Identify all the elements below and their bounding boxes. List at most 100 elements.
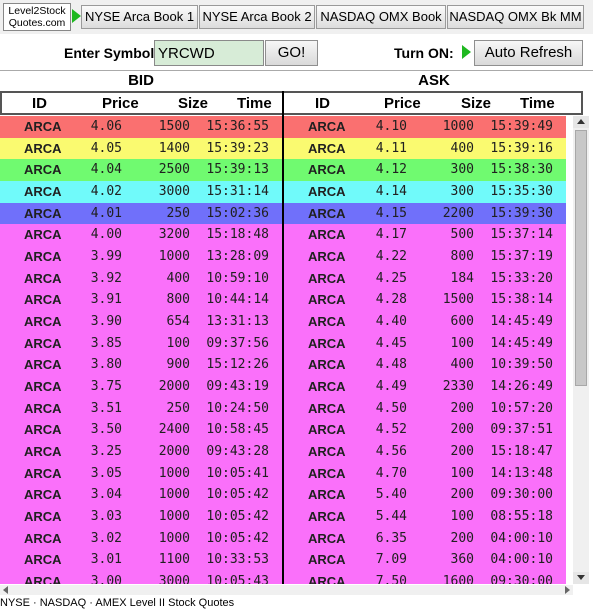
bid-price-cell: 3.05 — [90, 465, 122, 481]
scroll-up-button[interactable] — [573, 116, 589, 128]
bid-price-cell: 4.02 — [90, 184, 122, 199]
bid-time-cell: 15:18:48 — [206, 227, 269, 243]
ask-price-cell: 4.56 — [375, 444, 407, 460]
ask-price-cell: 4.70 — [375, 465, 407, 481]
bid-size-cell: 2400 — [158, 422, 190, 438]
bid-price-cell: 3.01 — [90, 552, 122, 568]
bid-time-cell: 10:59:10 — [206, 270, 269, 286]
horizontal-scrollbar[interactable] — [0, 585, 573, 595]
ask-price-cell: 5.40 — [375, 487, 407, 503]
bid-id-cell: ARCA — [24, 530, 62, 546]
ask-size-cell: 200 — [450, 444, 474, 460]
ask-id-cell: ARCA — [308, 444, 346, 460]
bid-size-cell: 3200 — [158, 227, 190, 243]
bid-size-cell: 1000 — [158, 530, 190, 546]
tab-nasdaq-omx-book[interactable]: NASDAQ OMX Book — [316, 5, 446, 29]
bid-price-cell: 4.01 — [90, 205, 122, 221]
bid-time-cell: 10:05:41 — [206, 465, 269, 481]
vertical-scrollbar[interactable] — [573, 116, 589, 584]
ask-size-cell: 300 — [450, 162, 474, 178]
bid-time-cell: 15:39:13 — [206, 162, 269, 178]
bid-size-cell: 654 — [166, 314, 190, 330]
ask-size-cell: 184 — [450, 270, 474, 286]
scroll-down-button[interactable] — [573, 572, 589, 584]
tab-nyse-arca-book-1[interactable]: NYSE Arca Book 1 — [81, 5, 198, 29]
ask-price-cell: 4.11 — [375, 140, 407, 156]
bid-size-cell: 800 — [166, 292, 190, 308]
bid-id-cell: ARCA — [24, 205, 62, 221]
symbol-input[interactable] — [154, 40, 264, 66]
bid-time-cell: 09:43:19 — [206, 379, 269, 395]
ask-price-cell: 4.40 — [375, 314, 407, 330]
ask-time-cell: 15:38:30 — [490, 162, 553, 178]
bid-col-id[interactable]: ID — [32, 95, 47, 112]
bid-id-cell: ARCA — [24, 184, 62, 199]
bid-price-cell: 3.80 — [90, 357, 122, 373]
bid-size-cell: 1000 — [158, 487, 190, 503]
scrollbar-thumb[interactable] — [575, 130, 587, 386]
ask-id-cell: ARCA — [308, 509, 346, 525]
tab-nyse-arca-book-2[interactable]: NYSE Arca Book 2 — [199, 5, 315, 29]
ask-id-cell: ARCA — [308, 379, 346, 395]
bid-col-time[interactable]: Time — [237, 95, 272, 112]
ask-price-cell: 4.25 — [375, 270, 407, 286]
go-button[interactable]: GO! — [265, 40, 318, 66]
ask-col-size[interactable]: Size — [461, 95, 491, 112]
ask-id-cell: ARCA — [308, 357, 346, 373]
bid-size-cell: 1400 — [158, 140, 190, 156]
bid-id-cell: ARCA — [24, 162, 62, 178]
bid-size-cell: 1000 — [158, 249, 190, 265]
bid-id-cell: ARCA — [24, 465, 62, 481]
bid-time-cell: 15:02:36 — [206, 205, 269, 221]
ask-price-cell: 4.12 — [375, 162, 407, 178]
site-logo[interactable]: Level2Stock Quotes.com — [3, 3, 71, 31]
bid-id-cell: ARCA — [24, 357, 62, 373]
ask-price-cell: 5.44 — [375, 509, 407, 525]
bid-time-cell: 09:43:28 — [206, 444, 269, 460]
ask-col-price[interactable]: Price — [384, 95, 421, 112]
ask-size-cell: 300 — [450, 184, 474, 199]
bid-price-cell: 3.92 — [90, 270, 122, 286]
bid-price-cell: 3.02 — [90, 530, 122, 546]
bid-price-cell: 3.85 — [90, 335, 122, 351]
ask-size-cell: 1000 — [442, 119, 474, 134]
logo-line-2: Quotes.com — [8, 17, 66, 29]
ask-id-cell: ARCA — [308, 530, 346, 546]
ask-time-cell: 14:26:49 — [490, 379, 553, 395]
auto-refresh-button[interactable]: Auto Refresh — [474, 40, 583, 66]
bid-price-cell: 3.04 — [90, 487, 122, 503]
bid-price-cell: 4.06 — [90, 119, 122, 134]
ask-id-cell: ARCA — [308, 422, 346, 438]
bid-price-cell: 3.91 — [90, 292, 122, 308]
ask-time-cell: 15:38:14 — [490, 292, 553, 308]
ask-col-time[interactable]: Time — [520, 95, 555, 112]
bid-id-cell: ARCA — [24, 379, 62, 395]
ask-size-cell: 200 — [450, 422, 474, 438]
chevron-right-icon[interactable] — [565, 586, 570, 594]
ask-price-cell: 7.09 — [375, 552, 407, 568]
ask-price-cell: 4.50 — [375, 400, 407, 416]
bid-price-cell: 3.51 — [90, 400, 122, 416]
tab-nasdaq-omx-bk-mm[interactable]: NASDAQ OMX Bk MM — [447, 5, 584, 29]
ask-price-cell: 4.10 — [375, 119, 407, 134]
ask-col-id[interactable]: ID — [315, 95, 330, 112]
bid-col-price[interactable]: Price — [102, 95, 139, 112]
ask-price-cell: 4.17 — [375, 227, 407, 243]
bid-col-size[interactable]: Size — [178, 95, 208, 112]
enter-symbol-label: Enter Symbol: — [64, 45, 159, 61]
bid-time-cell: 10:44:14 — [206, 292, 269, 308]
ask-size-cell: 200 — [450, 487, 474, 503]
bid-time-cell: 10:58:45 — [206, 422, 269, 438]
ask-size-cell: 500 — [450, 227, 474, 243]
bid-id-cell: ARCA — [24, 270, 62, 286]
ask-time-cell: 09:30:00 — [490, 487, 553, 503]
bid-size-cell: 250 — [166, 400, 190, 416]
ask-size-cell: 360 — [450, 552, 474, 568]
bid-id-cell: ARCA — [24, 574, 62, 584]
chevron-left-icon[interactable] — [3, 586, 8, 594]
ask-size-cell: 1600 — [442, 574, 474, 584]
bid-id-cell: ARCA — [24, 314, 62, 330]
ask-price-cell: 4.52 — [375, 422, 407, 438]
divider — [0, 70, 593, 71]
ask-price-cell: 7.50 — [375, 574, 407, 584]
